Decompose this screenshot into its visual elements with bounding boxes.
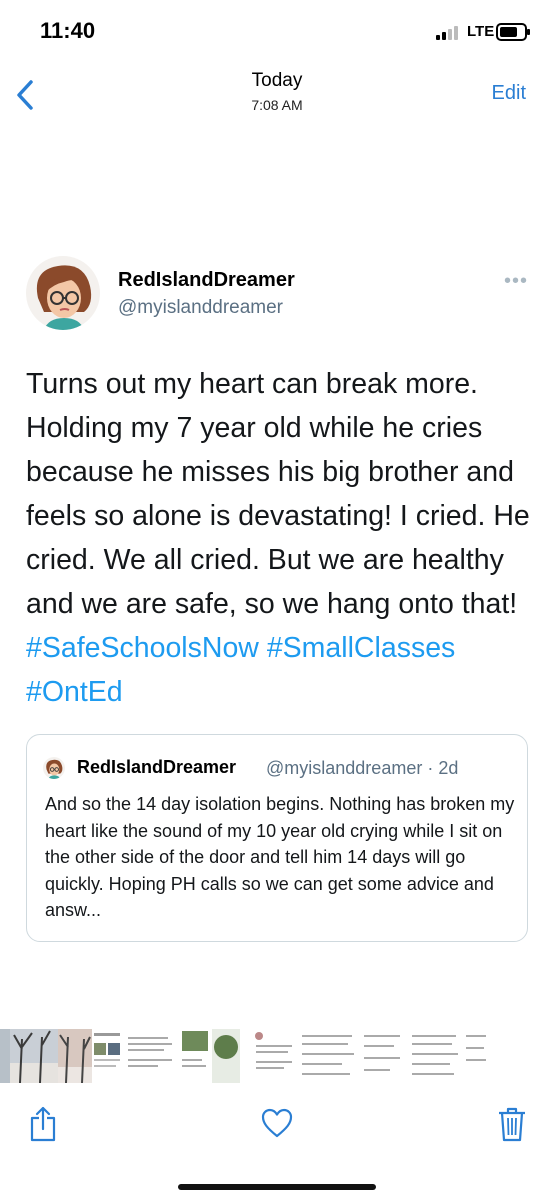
photo-thumbnail[interactable] bbox=[180, 1029, 210, 1083]
home-indicator[interactable] bbox=[178, 1184, 376, 1190]
hashtag-link[interactable]: #SafeSchoolsNow bbox=[26, 632, 259, 664]
screenshot-thumbnail[interactable] bbox=[360, 1029, 404, 1083]
quoted-display-name: RedIslandDreamer bbox=[77, 757, 237, 777]
more-dots-icon[interactable]: ••• bbox=[504, 270, 528, 293]
network-label: LTE bbox=[467, 23, 495, 40]
quoted-handle-time: @myislanddreamer · 2d bbox=[266, 758, 459, 778]
share-icon[interactable] bbox=[30, 1106, 56, 1142]
bitmoji-avatar-icon bbox=[43, 757, 65, 779]
photo-thumbnail[interactable] bbox=[10, 1029, 58, 1083]
screenshot-thumbnail[interactable] bbox=[92, 1029, 122, 1083]
hashtag-link[interactable]: #OntEd bbox=[26, 676, 123, 708]
quoted-time: 2d bbox=[438, 758, 459, 778]
quoted-text: And so the 14 day isolation begins. Noth… bbox=[45, 794, 515, 920]
signal-icon bbox=[436, 26, 458, 40]
tweet-body: Turns out my heart can break more. Holdi… bbox=[26, 368, 530, 620]
screenshot-thumbnail[interactable] bbox=[252, 1029, 296, 1083]
screenshot-thumbnail[interactable] bbox=[124, 1029, 178, 1083]
quoted-avatar bbox=[43, 757, 65, 779]
tweet-text: Turns out my heart can break more. Holdi… bbox=[26, 362, 536, 714]
status-time: 11:40 bbox=[40, 18, 96, 43]
hashtag-link[interactable]: #SmallClasses bbox=[267, 632, 455, 664]
screenshot-thumbnail[interactable] bbox=[464, 1029, 488, 1083]
heart-icon[interactable] bbox=[261, 1108, 293, 1138]
bitmoji-avatar-icon bbox=[26, 256, 100, 330]
tweet-handle[interactable]: @myislanddreamer bbox=[118, 297, 283, 319]
edit-button[interactable]: Edit bbox=[492, 82, 526, 105]
screenshot-thumbnail[interactable] bbox=[298, 1029, 358, 1083]
quoted-handle: @myislanddreamer bbox=[266, 758, 423, 778]
nav-subtitle: 7:08 AM bbox=[251, 97, 303, 113]
battery-icon bbox=[496, 23, 530, 41]
nav-title: Today bbox=[251, 70, 303, 91]
photo-thumbnail[interactable] bbox=[58, 1029, 92, 1083]
tweet-display-name[interactable]: RedIslandDreamer bbox=[118, 269, 295, 292]
photo-thumbnail[interactable] bbox=[212, 1029, 240, 1083]
quoted-tweet-card[interactable]: RedIslandDreamer @myislanddreamer · 2d A… bbox=[26, 734, 528, 942]
thumbnail-strip[interactable] bbox=[0, 1029, 554, 1083]
screenshot-thumbnail[interactable] bbox=[408, 1029, 462, 1083]
photo-thumbnail[interactable] bbox=[0, 1029, 10, 1083]
avatar[interactable] bbox=[26, 256, 100, 330]
trash-icon[interactable] bbox=[498, 1106, 526, 1142]
